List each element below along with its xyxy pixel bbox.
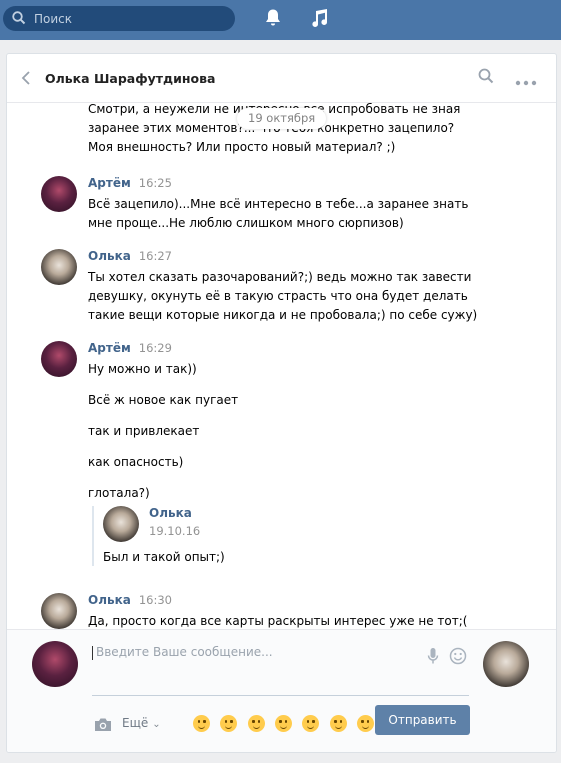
- microphone-icon[interactable]: [427, 647, 439, 668]
- author-name[interactable]: Артём: [88, 341, 131, 355]
- message-author[interactable]: Артём 16:25: [88, 176, 172, 190]
- message-line: так и привлекает: [88, 424, 200, 438]
- message-placeholder: Введите Ваше сообщение...: [96, 645, 273, 659]
- avatar[interactable]: [41, 249, 77, 285]
- send-button[interactable]: Отправить: [375, 705, 470, 735]
- author-name[interactable]: Олька: [88, 593, 131, 607]
- forwarded-text: Был и такой опыт;): [103, 550, 225, 564]
- emoji-blush-icon[interactable]: [220, 715, 238, 732]
- search-icon: [12, 11, 26, 28]
- interlocutor-avatar[interactable]: [483, 641, 529, 687]
- message-author[interactable]: Артём 16:29: [88, 341, 172, 355]
- avatar[interactable]: [41, 593, 77, 629]
- message-time[interactable]: 16:27: [139, 249, 172, 263]
- camera-icon[interactable]: [94, 717, 112, 735]
- message-input[interactable]: Введите Ваше сообщение...: [92, 643, 469, 669]
- forwarded-author[interactable]: Олька: [149, 506, 192, 520]
- music-icon[interactable]: [310, 8, 328, 31]
- author-name[interactable]: Олька: [88, 249, 131, 263]
- message-line: Всё зацепило)...Мне всё интересно в тебе…: [88, 197, 469, 211]
- dialog-search-icon[interactable]: [478, 68, 494, 87]
- message-time[interactable]: 16:29: [139, 341, 172, 355]
- message-line: Моя внешность? Или просто новый материал…: [88, 140, 396, 154]
- bell-icon[interactable]: [264, 8, 282, 31]
- search-placeholder: Поиск: [34, 12, 73, 26]
- message-line: Ты хотел сказать разочарований?;) ведь м…: [88, 270, 472, 284]
- forwarded-message[interactable]: Олька 19.10.16 Был и такой опыт;): [92, 506, 503, 566]
- message-line: такие вещи которые никогда и не пробовал…: [88, 308, 478, 322]
- avatar[interactable]: [41, 176, 77, 212]
- emoji-joy-icon[interactable]: [356, 715, 374, 732]
- emoji-kiss-icon[interactable]: [247, 715, 265, 732]
- dialog-panel: Олька Шарафутдинова Смотри, а неужели не…: [6, 53, 557, 753]
- more-options-icon[interactable]: [515, 75, 537, 89]
- emoji-smile-icon[interactable]: [193, 715, 210, 732]
- author-name[interactable]: Артём: [88, 176, 131, 190]
- text-caret: [92, 646, 93, 660]
- back-icon[interactable]: [21, 70, 31, 89]
- message-line: Да, просто когда все карты раскрыты инте…: [88, 614, 468, 628]
- date-badge: 19 октября: [237, 108, 327, 129]
- avatar[interactable]: [41, 341, 77, 377]
- message-text: Всё зацепило)...Мне всё интересно в тебе…: [88, 195, 528, 233]
- message-author[interactable]: Олька 16:27: [88, 249, 172, 263]
- more-label: Ещё: [122, 716, 149, 730]
- dialog-header: Олька Шарафутдинова: [7, 54, 556, 103]
- message-time[interactable]: 16:25: [139, 176, 172, 190]
- message-composer: Введите Ваше сообщение... Ещё ⌄ Отправить: [7, 629, 556, 752]
- my-avatar[interactable]: [32, 641, 78, 687]
- emoji-relieved-icon[interactable]: [274, 715, 292, 732]
- search-box[interactable]: Поиск: [3, 6, 235, 31]
- dialog-title[interactable]: Олька Шарафутдинова: [45, 71, 215, 86]
- message-line: как опасность): [88, 455, 184, 469]
- message-text: Да, просто когда все карты раскрыты инте…: [88, 612, 528, 629]
- top-bar: Поиск: [0, 0, 561, 40]
- composer-divider: [92, 695, 469, 696]
- emoji-icon[interactable]: [449, 647, 467, 668]
- message-author[interactable]: Олька 16:30: [88, 593, 172, 607]
- emoji-suggestions: [193, 715, 380, 732]
- message-text: Ты хотел сказать разочарований?;) ведь м…: [88, 268, 528, 325]
- message-line: девушку, окунуть её в такую страсть что …: [88, 289, 468, 303]
- message-line: Всё ж новое как пугает: [88, 393, 239, 407]
- forwarded-avatar[interactable]: [103, 506, 139, 542]
- emoji-wink-tongue-icon[interactable]: [302, 715, 320, 732]
- emoji-flushed-icon[interactable]: [329, 715, 347, 732]
- chevron-down-icon: ⌄: [152, 719, 161, 730]
- message-time[interactable]: 16:30: [139, 593, 172, 607]
- message-line: глотала?): [88, 486, 150, 500]
- forwarded-date: 19.10.16: [149, 524, 201, 538]
- message-history[interactable]: Смотри, а неужели не интересно все испро…: [7, 103, 556, 629]
- message-line: Ну можно и так)): [88, 362, 197, 376]
- more-attachments-button[interactable]: Ещё ⌄: [122, 716, 161, 730]
- message-line: мне проще...Не люблю слишком много сюрпи…: [88, 216, 404, 230]
